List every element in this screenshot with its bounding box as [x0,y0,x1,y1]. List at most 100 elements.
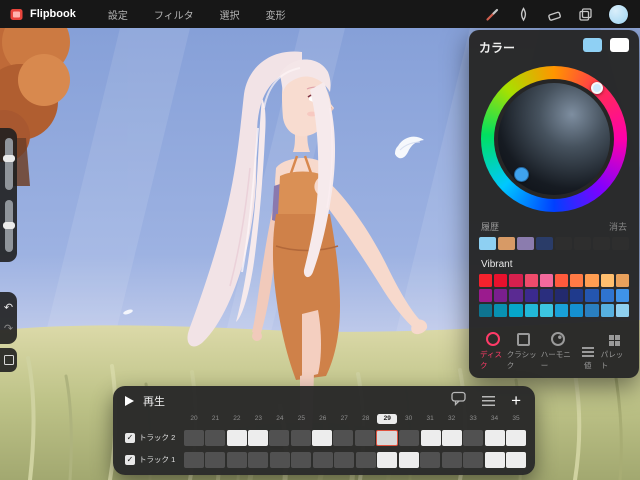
frame-cell-22[interactable] [226,429,247,446]
frame-cell-20[interactable] [184,451,204,468]
frame-cell-30[interactable] [399,429,420,446]
history-swatch[interactable] [517,237,534,250]
menu-select[interactable]: 選択 [220,7,240,22]
frame-number-23[interactable]: 23 [248,414,268,424]
frame-number-24[interactable]: 24 [270,414,290,424]
hue-indicator[interactable] [591,82,603,94]
palette-color[interactable] [539,304,553,317]
frame-number-22[interactable]: 22 [227,414,247,424]
tab-value[interactable]: 値 [575,347,601,371]
palette-color[interactable] [600,304,614,317]
primary-color-swatch[interactable] [582,38,602,52]
frame-cell-27[interactable] [334,451,355,468]
palette-color[interactable] [554,289,569,302]
history-swatch[interactable] [498,237,515,250]
palette-color[interactable] [615,304,629,317]
frame-cell-25[interactable] [291,451,312,468]
history-swatch[interactable] [479,237,496,250]
frame-cell-21[interactable] [205,429,226,446]
redo-icon[interactable]: ↷ [4,322,13,335]
track-list-icon[interactable] [482,396,496,407]
frame-number-34[interactable]: 34 [485,414,505,424]
frame-number-26[interactable]: 26 [313,414,333,424]
palette-color[interactable] [509,274,523,287]
palette-color[interactable] [539,274,553,287]
app-title[interactable]: Flipbook [30,8,76,20]
frame-cell-23[interactable] [248,429,268,446]
frame-cell-24[interactable] [269,451,290,468]
palette-color[interactable] [494,274,508,287]
palette-color[interactable] [524,304,538,317]
frame-cell-34[interactable] [484,451,505,468]
layers-icon[interactable] [578,7,593,22]
tab-palette[interactable]: パレット [601,335,628,371]
frame-number-28[interactable]: 28 [356,414,376,424]
paint-icon[interactable] [485,7,500,22]
frame-cell-22[interactable] [226,451,247,468]
palette-color[interactable] [615,289,629,302]
palette-color[interactable] [479,304,493,317]
palette-color[interactable] [524,274,538,287]
frame-cell-29[interactable] [377,451,398,468]
frame-cell-31[interactable] [420,429,441,446]
track-visibility-checkbox[interactable]: ✓ [125,454,135,465]
menu-settings[interactable]: 設定 [108,7,128,22]
palette-color[interactable] [600,274,614,287]
palette-color[interactable] [600,289,614,302]
frame-number-33[interactable]: 33 [463,414,483,424]
clear-history-button[interactable]: 消去 [609,220,627,233]
frame-cell-35[interactable] [506,429,526,446]
palette-color[interactable] [524,289,538,302]
frame-cell-27[interactable] [333,429,354,446]
frame-cell-23[interactable] [248,451,269,468]
frame-number-21[interactable]: 21 [205,414,225,424]
palette-color[interactable] [585,289,599,302]
frame-cell-33[interactable] [463,451,484,468]
frame-number-25[interactable]: 25 [291,414,311,424]
menu-filter[interactable]: フィルタ [154,7,194,22]
flipbook-icon[interactable] [10,8,23,21]
comment-icon[interactable] [451,391,466,411]
palette-color[interactable] [554,274,569,287]
eraser-icon[interactable] [547,7,562,22]
palette-color[interactable] [615,274,629,287]
frame-number-35[interactable]: 35 [506,414,526,424]
play-button[interactable]: 再生 [125,393,165,409]
frame-cell-30[interactable] [398,451,419,468]
tab-disc[interactable]: ディスク [480,332,507,371]
history-swatch[interactable] [593,237,610,250]
frame-cell-28[interactable] [355,451,376,468]
palette-color[interactable] [479,274,493,287]
history-swatch[interactable] [536,237,553,250]
frame-cell-25[interactable] [290,429,311,446]
frame-cell-24[interactable] [269,429,290,446]
tab-harmony[interactable]: ハーモニー [541,332,575,371]
frame-cell-26[interactable] [312,451,333,468]
track-visibility-checkbox[interactable]: ✓ [125,432,135,443]
brush-opacity-slider[interactable] [2,200,15,252]
modify-button[interactable] [0,348,17,372]
palette-color[interactable] [539,289,553,302]
frame-cell-32[interactable] [442,429,462,446]
brush-size-slider[interactable] [2,138,15,190]
slider-handle[interactable] [2,221,15,229]
palette-color[interactable] [509,289,523,302]
color-indicator[interactable] [514,167,529,182]
history-swatch[interactable] [612,237,629,250]
add-frame-button[interactable]: + [511,392,521,409]
palette-color[interactable] [479,289,493,302]
frame-cell-28[interactable] [354,429,375,446]
palette-color[interactable] [494,289,508,302]
palette-color[interactable] [494,304,508,317]
slider-handle[interactable] [2,154,15,162]
current-color-swatch[interactable] [609,4,628,24]
frame-cell-20[interactable] [184,429,204,446]
palette-color[interactable] [554,304,569,317]
frame-number-20[interactable]: 20 [184,414,204,424]
palette-color[interactable] [570,304,584,317]
frame-number-32[interactable]: 32 [442,414,462,424]
frame-cell-29[interactable] [376,429,398,446]
frame-number-30[interactable]: 30 [399,414,419,424]
frame-number-27[interactable]: 27 [334,414,354,424]
frame-cell-31[interactable] [420,451,441,468]
